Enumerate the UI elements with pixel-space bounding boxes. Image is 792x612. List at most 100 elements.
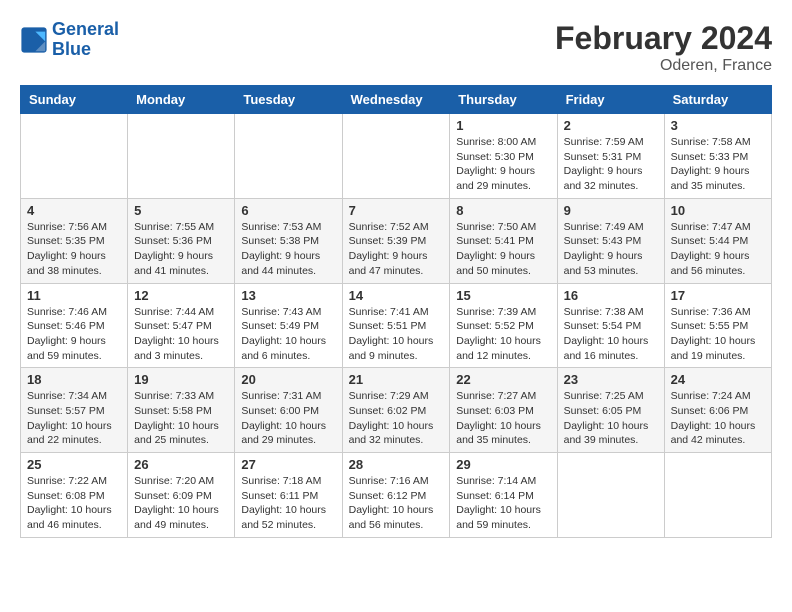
day-cell bbox=[21, 114, 128, 199]
day-info: Sunrise: 7:44 AM Sunset: 5:47 PM Dayligh… bbox=[134, 305, 228, 364]
day-number: 27 bbox=[241, 457, 335, 472]
day-cell: 24 Sunrise: 7:24 AM Sunset: 6:06 PM Dayli… bbox=[664, 368, 771, 453]
day-number: 12 bbox=[134, 288, 228, 303]
day-cell bbox=[128, 114, 235, 199]
location: Oderen, France bbox=[555, 57, 772, 75]
day-info: Sunrise: 7:50 AM Sunset: 5:41 PM Dayligh… bbox=[456, 220, 550, 279]
day-number: 24 bbox=[671, 372, 765, 387]
day-info: Sunrise: 7:25 AM Sunset: 6:05 PM Dayligh… bbox=[564, 389, 658, 448]
day-number: 9 bbox=[564, 203, 658, 218]
day-cell bbox=[664, 453, 771, 538]
day-info: Sunrise: 7:33 AM Sunset: 5:58 PM Dayligh… bbox=[134, 389, 228, 448]
day-cell bbox=[342, 114, 450, 199]
day-info: Sunrise: 7:41 AM Sunset: 5:51 PM Dayligh… bbox=[349, 305, 444, 364]
day-cell: 3 Sunrise: 7:58 AM Sunset: 5:33 PM Daylig… bbox=[664, 114, 771, 199]
week-row-4: 18Sunrise: 7:34 AM Sunset: 5:57 PM Dayli… bbox=[21, 368, 772, 453]
day-cell bbox=[557, 453, 664, 538]
day-info: Sunrise: 7:18 AM Sunset: 6:11 PM Dayligh… bbox=[241, 474, 335, 533]
day-cell: 13 Sunrise: 7:43 AM Sunset: 5:49 PM Dayli… bbox=[235, 283, 342, 368]
day-cell: 25 Sunrise: 7:22 AM Sunset: 6:08 PM Dayli… bbox=[21, 453, 128, 538]
week-row-2: 4Sunrise: 7:56 AM Sunset: 5:35 PM Daylig… bbox=[21, 198, 772, 283]
day-number: 15 bbox=[456, 288, 550, 303]
weekday-header-wednesday: Wednesday bbox=[342, 86, 450, 114]
day-info: Sunrise: 7:43 AM Sunset: 5:49 PM Dayligh… bbox=[241, 305, 335, 364]
day-info: Sunrise: 7:36 AM Sunset: 5:55 PM Dayligh… bbox=[671, 305, 765, 364]
day-number: 2 bbox=[564, 118, 658, 133]
day-cell: 21 Sunrise: 7:29 AM Sunset: 6:02 PM Dayli… bbox=[342, 368, 450, 453]
day-cell: 28 Sunrise: 7:16 AM Sunset: 6:12 PM Dayli… bbox=[342, 453, 450, 538]
day-number: 20 bbox=[241, 372, 335, 387]
day-info: Sunrise: 7:29 AM Sunset: 6:02 PM Dayligh… bbox=[349, 389, 444, 448]
day-info: Sunrise: 7:22 AM Sunset: 6:08 PM Dayligh… bbox=[27, 474, 121, 533]
day-cell: 11 Sunrise: 7:46 AM Sunset: 5:46 PM Dayli… bbox=[21, 283, 128, 368]
day-info: Sunrise: 7:53 AM Sunset: 5:38 PM Dayligh… bbox=[241, 220, 335, 279]
day-cell: 5 Sunrise: 7:55 AM Sunset: 5:36 PM Daylig… bbox=[128, 198, 235, 283]
day-number: 10 bbox=[671, 203, 765, 218]
weekday-header-monday: Monday bbox=[128, 86, 235, 114]
week-row-3: 11 Sunrise: 7:46 AM Sunset: 5:46 PM Dayli… bbox=[21, 283, 772, 368]
weekday-header-saturday: Saturday bbox=[664, 86, 771, 114]
day-number: 22 bbox=[456, 372, 550, 387]
day-cell: 10 Sunrise: 7:47 AM Sunset: 5:44 PM Dayli… bbox=[664, 198, 771, 283]
day-cell: 6 Sunrise: 7:53 AM Sunset: 5:38 PM Daylig… bbox=[235, 198, 342, 283]
weekday-header-tuesday: Tuesday bbox=[235, 86, 342, 114]
day-info: Sunrise: 7:58 AM Sunset: 5:33 PM Dayligh… bbox=[671, 135, 765, 194]
day-info: Sunrise: 7:20 AM Sunset: 6:09 PM Dayligh… bbox=[134, 474, 228, 533]
week-row-5: 25 Sunrise: 7:22 AM Sunset: 6:08 PM Dayli… bbox=[21, 453, 772, 538]
logo-icon bbox=[20, 26, 48, 54]
day-info: Sunrise: 7:52 AM Sunset: 5:39 PM Dayligh… bbox=[349, 220, 444, 279]
day-info: Sunrise: 7:55 AM Sunset: 5:36 PM Dayligh… bbox=[134, 220, 228, 279]
day-cell: 7 Sunrise: 7:52 AM Sunset: 5:39 PM Daylig… bbox=[342, 198, 450, 283]
day-info: Sunrise: 7:46 AM Sunset: 5:46 PM Dayligh… bbox=[27, 305, 121, 364]
day-cell: 27 Sunrise: 7:18 AM Sunset: 6:11 PM Dayli… bbox=[235, 453, 342, 538]
page-header: General Blue February 2024 Oderen, Franc… bbox=[20, 20, 772, 75]
day-info: Sunrise: 7:47 AM Sunset: 5:44 PM Dayligh… bbox=[671, 220, 765, 279]
day-cell: 12 Sunrise: 7:44 AM Sunset: 5:47 PM Dayli… bbox=[128, 283, 235, 368]
day-cell: 18Sunrise: 7:34 AM Sunset: 5:57 PM Dayli… bbox=[21, 368, 128, 453]
week-row-1: 1Sunrise: 8:00 AM Sunset: 5:30 PM Daylig… bbox=[21, 114, 772, 199]
calendar-table: SundayMondayTuesdayWednesdayThursdayFrid… bbox=[20, 85, 772, 538]
day-cell: 1Sunrise: 8:00 AM Sunset: 5:30 PM Daylig… bbox=[450, 114, 557, 199]
day-number: 3 bbox=[671, 118, 765, 133]
day-info: Sunrise: 7:24 AM Sunset: 6:06 PM Dayligh… bbox=[671, 389, 765, 448]
day-number: 29 bbox=[456, 457, 550, 472]
logo-text: General Blue bbox=[52, 20, 119, 60]
day-info: Sunrise: 7:39 AM Sunset: 5:52 PM Dayligh… bbox=[456, 305, 550, 364]
day-number: 13 bbox=[241, 288, 335, 303]
day-number: 8 bbox=[456, 203, 550, 218]
day-cell: 14Sunrise: 7:41 AM Sunset: 5:51 PM Dayli… bbox=[342, 283, 450, 368]
day-number: 17 bbox=[671, 288, 765, 303]
day-cell: 16Sunrise: 7:38 AM Sunset: 5:54 PM Dayli… bbox=[557, 283, 664, 368]
day-cell: 2 Sunrise: 7:59 AM Sunset: 5:31 PM Daylig… bbox=[557, 114, 664, 199]
day-cell: 22Sunrise: 7:27 AM Sunset: 6:03 PM Dayli… bbox=[450, 368, 557, 453]
day-info: Sunrise: 7:31 AM Sunset: 6:00 PM Dayligh… bbox=[241, 389, 335, 448]
day-cell: 26Sunrise: 7:20 AM Sunset: 6:09 PM Dayli… bbox=[128, 453, 235, 538]
month-year: February 2024 bbox=[555, 20, 772, 57]
logo-line2: Blue bbox=[52, 39, 91, 59]
day-number: 21 bbox=[349, 372, 444, 387]
day-cell: 19Sunrise: 7:33 AM Sunset: 5:58 PM Dayli… bbox=[128, 368, 235, 453]
day-number: 11 bbox=[27, 288, 121, 303]
day-info: Sunrise: 7:16 AM Sunset: 6:12 PM Dayligh… bbox=[349, 474, 444, 533]
day-number: 6 bbox=[241, 203, 335, 218]
weekday-header-thursday: Thursday bbox=[450, 86, 557, 114]
day-cell: 9Sunrise: 7:49 AM Sunset: 5:43 PM Daylig… bbox=[557, 198, 664, 283]
weekday-header-row: SundayMondayTuesdayWednesdayThursdayFrid… bbox=[21, 86, 772, 114]
day-info: Sunrise: 7:59 AM Sunset: 5:31 PM Dayligh… bbox=[564, 135, 658, 194]
day-info: Sunrise: 7:14 AM Sunset: 6:14 PM Dayligh… bbox=[456, 474, 550, 533]
day-info: Sunrise: 7:34 AM Sunset: 5:57 PM Dayligh… bbox=[27, 389, 121, 448]
weekday-header-friday: Friday bbox=[557, 86, 664, 114]
day-number: 1 bbox=[456, 118, 550, 133]
title-block: February 2024 Oderen, France bbox=[555, 20, 772, 75]
day-number: 7 bbox=[349, 203, 444, 218]
day-info: Sunrise: 7:56 AM Sunset: 5:35 PM Dayligh… bbox=[27, 220, 121, 279]
day-cell: 20 Sunrise: 7:31 AM Sunset: 6:00 PM Dayli… bbox=[235, 368, 342, 453]
day-cell bbox=[235, 114, 342, 199]
day-cell: 23Sunrise: 7:25 AM Sunset: 6:05 PM Dayli… bbox=[557, 368, 664, 453]
day-number: 28 bbox=[349, 457, 444, 472]
day-cell: 15 Sunrise: 7:39 AM Sunset: 5:52 PM Dayli… bbox=[450, 283, 557, 368]
day-number: 5 bbox=[134, 203, 228, 218]
day-info: Sunrise: 7:38 AM Sunset: 5:54 PM Dayligh… bbox=[564, 305, 658, 364]
logo-line1: General bbox=[52, 19, 119, 39]
day-number: 25 bbox=[27, 457, 121, 472]
